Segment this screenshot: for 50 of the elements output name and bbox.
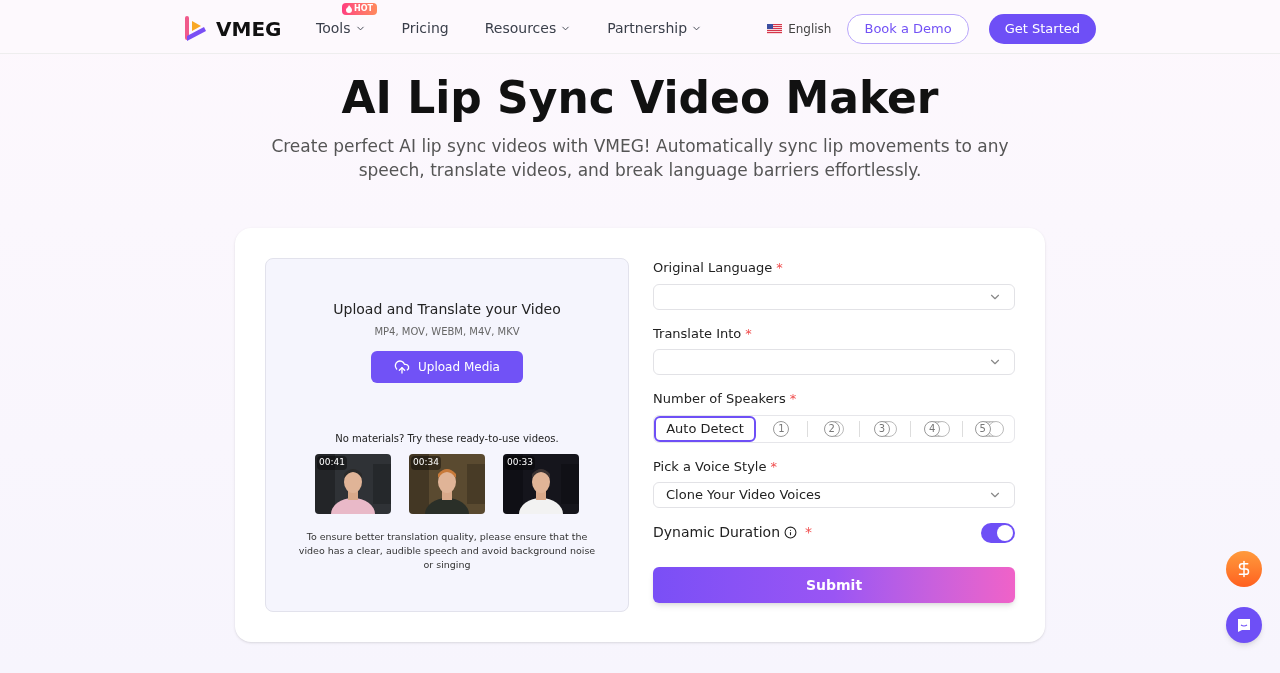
brand-name: VMEG (216, 15, 282, 43)
flag-icon (767, 23, 783, 34)
nav-link[interactable]: Partnership (607, 18, 703, 39)
cloud-upload-icon (394, 359, 411, 375)
dropdown-field[interactable]: Clone Your Video Voices (653, 482, 1015, 508)
sample-video[interactable]: 00:34 (409, 454, 485, 514)
field-label: Dynamic Duration (653, 523, 780, 542)
video-duration: 00:33 (505, 456, 535, 470)
required-mark: * (789, 390, 797, 408)
video-duration: 00:41 (317, 456, 347, 470)
flame-icon (346, 5, 352, 13)
toggle-switch[interactable] (981, 522, 1015, 543)
quality-note: To ensure better translation quality, please ensure that the video has a clear, audible speech and avoid background noise or singing (297, 530, 597, 572)
page-subtitle: Create perfect AI lip sync videos with VMEG! Automatically sync lip movements to any speech, translate videos, and break language barriers effortlessly. (270, 135, 1010, 182)
chat-icon (1236, 617, 1252, 633)
dropdown-field[interactable] (653, 283, 1015, 310)
speaker-option[interactable]: 3 (859, 415, 911, 442)
field-label: Number of Speakers (653, 390, 786, 408)
speaker-option[interactable]: Auto Detect (654, 415, 756, 442)
submit-button[interactable]: Submit (653, 567, 1015, 603)
video-duration: 00:34 (411, 456, 441, 470)
hot-badge: HOT (342, 3, 377, 15)
speaker-option[interactable]: 5 (963, 415, 1014, 442)
nav-link[interactable]: Resources (484, 18, 572, 39)
required-mark: * (770, 457, 777, 476)
chat-button[interactable] (1226, 607, 1262, 643)
required-mark: * (776, 259, 783, 277)
get-started-button[interactable]: Get Started (988, 13, 1096, 44)
format-list: MP4, MOV, WEBM, M4V, MKV (374, 324, 520, 339)
samples-label: No materials? Try these ready-to-use videos. (335, 432, 559, 446)
book-demo-button[interactable]: Book a Demo (847, 13, 969, 44)
sample-video[interactable]: 00:41 (315, 454, 391, 514)
speaker-option[interactable]: 2 (807, 415, 859, 442)
upload-media-button[interactable]: Upload Media (371, 351, 523, 383)
required-mark: * (805, 523, 812, 542)
required-mark: * (745, 324, 752, 343)
info-icon[interactable] (784, 526, 797, 539)
upload-title: Upload and Translate your Video (333, 300, 561, 319)
dropdown-field[interactable] (653, 349, 1015, 375)
nav-link[interactable]: Pricing (401, 18, 449, 39)
language-selector[interactable]: English (767, 19, 832, 38)
field-label: Original Language (653, 259, 773, 277)
speaker-option[interactable]: 4 (911, 415, 963, 442)
field-label: Translate Into (653, 324, 742, 343)
field-label: Pick a Voice Style (653, 457, 767, 476)
pricing-button[interactable] (1226, 551, 1262, 587)
logo-icon (184, 14, 208, 43)
speaker-option[interactable]: 1 (756, 415, 807, 442)
sample-video[interactable]: 00:33 (503, 454, 579, 514)
page-title: AI Lip Sync Video Maker (340, 71, 940, 125)
